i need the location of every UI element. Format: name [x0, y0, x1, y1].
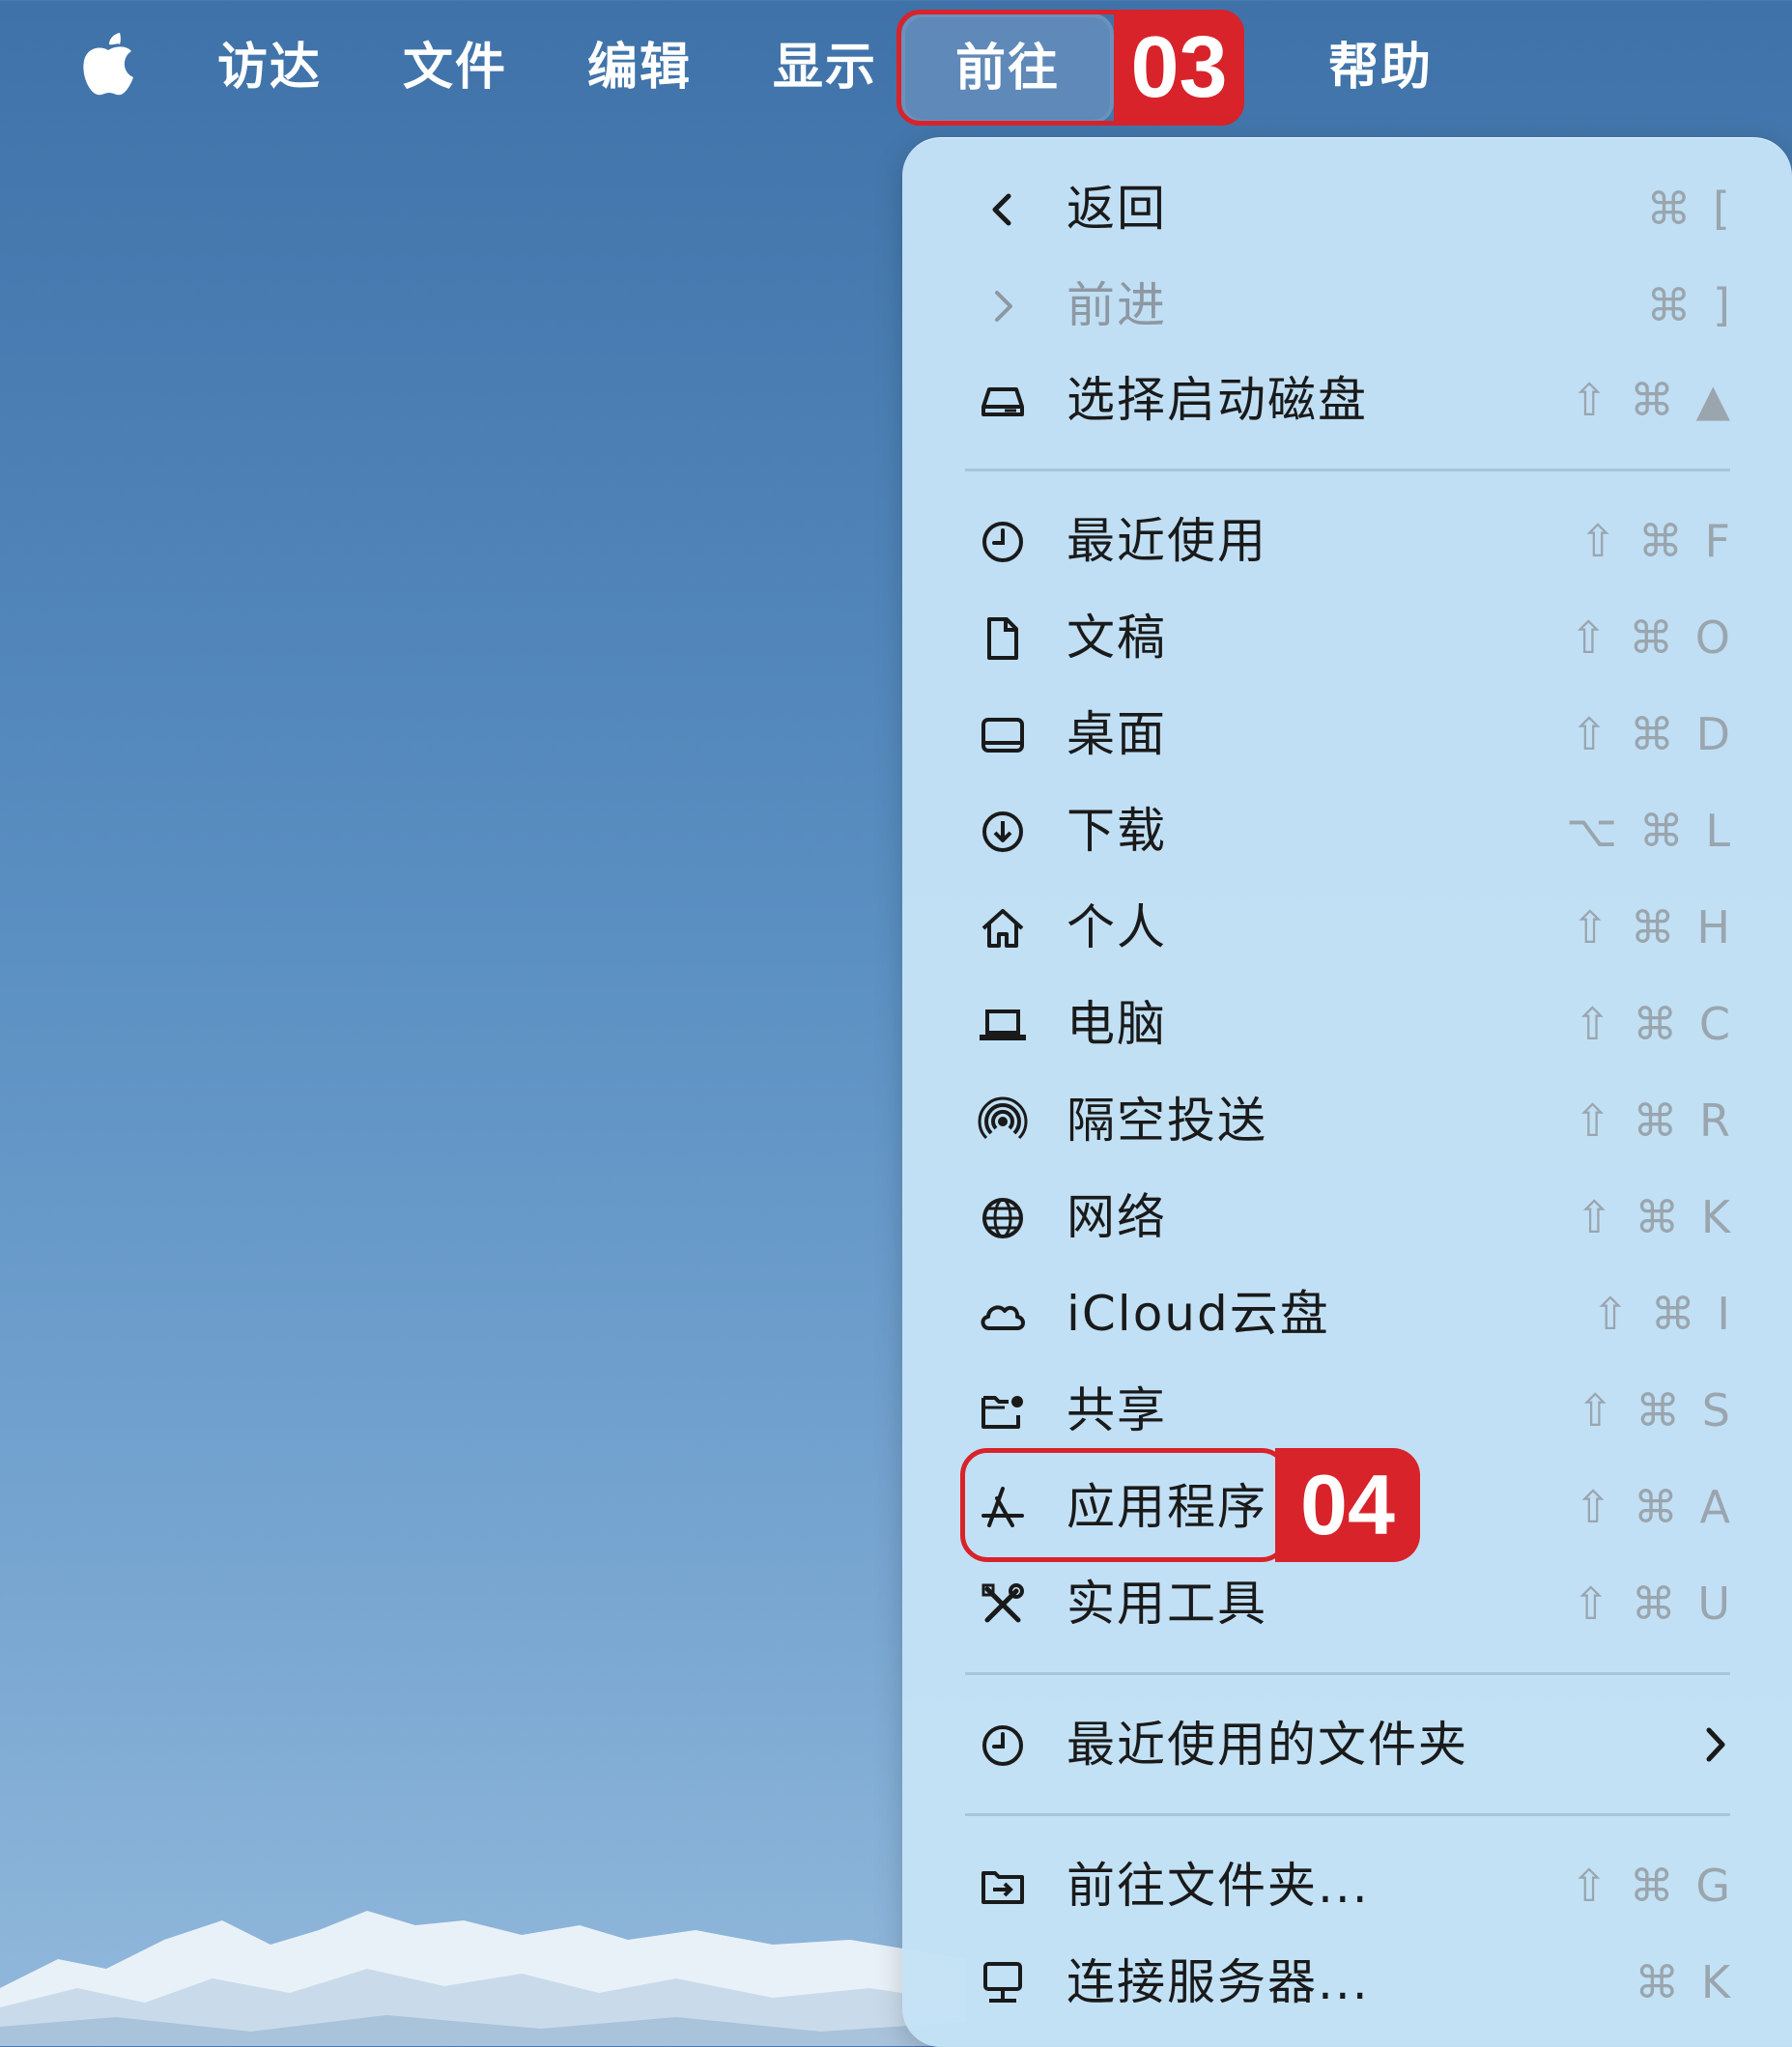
menu-item-shortcut: ⇧ ⌘ D [1570, 708, 1734, 760]
menu-item-shared[interactable]: 共享 ⇧ ⌘ S [902, 1367, 1792, 1454]
menu-item-computer[interactable]: 电脑 ⇧ ⌘ C [902, 981, 1792, 1067]
menu-separator [965, 469, 1730, 471]
menu-item-label: iCloud云盘 [1067, 1286, 1330, 1342]
menu-item-documents[interactable]: 文稿 ⇧ ⌘ O [902, 594, 1792, 681]
menu-item-shortcut: ⇧ ⌘ C [1574, 998, 1734, 1050]
menu-view[interactable]: 显示 [773, 29, 877, 106]
menu-item-label: 连接服务器... [1067, 1954, 1370, 2010]
menu-separator [965, 1813, 1730, 1816]
menu-item-shortcut: ⌥ ⌘ L [1566, 805, 1734, 857]
menu-item-label: 个人 [1067, 899, 1167, 955]
menu-item-shortcut: ⇧ ⌘ U [1572, 1578, 1734, 1630]
menu-item-desktop[interactable]: 桌面 ⇧ ⌘ D [902, 691, 1792, 778]
cloud-icon [978, 1290, 1028, 1340]
menu-item-shortcut: ⇧ ⌘ F [1579, 515, 1734, 567]
mountains-image [0, 1911, 966, 2046]
menu-item-connect-server[interactable]: 连接服务器... ⌘ K [902, 1939, 1792, 2026]
menu-item-forward: 前进 ⌘ ] [902, 262, 1792, 349]
menu-item-label: 隔空投送 [1067, 1093, 1267, 1149]
menu-item-label: 实用工具 [1067, 1576, 1267, 1632]
airdrop-icon [978, 1096, 1028, 1147]
menu-item-shortcut: ⇧ ⌘ S [1577, 1384, 1734, 1436]
menu-item-shortcut: ⇧ ⌘ I [1591, 1288, 1734, 1340]
menu-item-airdrop[interactable]: 隔空投送 ⇧ ⌘ R [902, 1077, 1792, 1164]
menu-item-shortcut: ⇧ ⌘ ▲ [1570, 374, 1734, 426]
menu-item-label: 选择启动磁盘 [1067, 372, 1368, 428]
annotation-highlight-04 [960, 1448, 1289, 1562]
menu-item-label: 共享 [1067, 1382, 1167, 1438]
menu-item-label: 网络 [1067, 1189, 1167, 1245]
menu-item-network[interactable]: 网络 ⇧ ⌘ K [902, 1174, 1792, 1261]
annotation-badge-04: 04 [1275, 1448, 1420, 1562]
menu-item-shortcut: ⇧ ⌘ K [1576, 1191, 1734, 1243]
download-icon [978, 807, 1028, 857]
apple-logo-icon[interactable] [79, 29, 137, 99]
clock-icon [978, 1720, 1028, 1771]
menu-bar: 访达 文件 编辑 显示 前往 03 帮助 [0, 0, 1792, 135]
menu-item-label: 文稿 [1067, 610, 1167, 666]
menu-item-utilities[interactable]: 实用工具 ⇧ ⌘ U [902, 1560, 1792, 1647]
go-menu-dropdown: 返回 ⌘ [ 前进 ⌘ ] 选择启动磁盘 ⇧ ⌘ ▲ 最近使用 ⇧ ⌘ F 文稿… [902, 137, 1792, 2047]
menu-help[interactable]: 帮助 [1328, 29, 1433, 106]
menu-item-shortcut: ⇧ ⌘ H [1571, 901, 1734, 953]
server-icon [978, 1958, 1028, 2008]
menu-item-shortcut: ⇧ ⌘ G [1570, 1860, 1734, 1912]
globe-icon [978, 1193, 1028, 1243]
chevron-right-icon [978, 281, 1028, 331]
menu-item-shortcut: ⌘ ] [1646, 279, 1734, 331]
chevron-right-icon [1706, 1727, 1725, 1762]
menu-item-recent-folders[interactable]: 最近使用的文件夹 [902, 1701, 1792, 1788]
menu-finder[interactable]: 访达 [217, 29, 322, 106]
menu-item-label: 最近使用 [1067, 513, 1267, 569]
menu-item-shortcut: ⇧ ⌘ O [1570, 611, 1734, 664]
menu-item-downloads[interactable]: 下载 ⌥ ⌘ L [902, 787, 1792, 874]
laptop-icon [978, 1000, 1028, 1050]
chevron-left-icon [978, 185, 1028, 235]
disk-icon [978, 376, 1028, 426]
menu-item-label: 电脑 [1067, 996, 1167, 1052]
menu-item-label: 最近使用的文件夹 [1067, 1717, 1468, 1773]
menu-item-label: 前进 [1067, 277, 1167, 333]
clock-icon [978, 517, 1028, 567]
tools-icon [978, 1579, 1028, 1630]
menu-separator [965, 1672, 1730, 1675]
shared-folder-icon [978, 1386, 1028, 1436]
menu-item-shortcut: ⌘ [ [1646, 183, 1734, 235]
menu-edit[interactable]: 编辑 [587, 29, 692, 106]
menu-item-icloud-drive[interactable]: iCloud云盘 ⇧ ⌘ I [902, 1270, 1792, 1357]
menu-item-shortcut: ⇧ ⌘ A [1574, 1481, 1734, 1533]
document-icon [978, 613, 1028, 664]
menu-item-label: 返回 [1067, 181, 1167, 237]
menu-item-back[interactable]: 返回 ⌘ [ [902, 165, 1792, 252]
home-icon [978, 903, 1028, 953]
menu-file[interactable]: 文件 [403, 29, 507, 106]
menu-item-shortcut: ⌘ K [1635, 1956, 1734, 2008]
menu-item-label: 下载 [1067, 803, 1167, 859]
desktop-icon [978, 710, 1028, 760]
annotation-badge-03: 03 [1114, 10, 1244, 126]
menu-item-go-to-folder[interactable]: 前往文件夹... ⇧ ⌘ G [902, 1842, 1792, 1929]
menu-item-shortcut: ⇧ ⌘ R [1574, 1095, 1734, 1147]
go-folder-icon [978, 1862, 1028, 1912]
menu-item-home[interactable]: 个人 ⇧ ⌘ H [902, 884, 1792, 971]
menu-item-label: 桌面 [1067, 706, 1167, 762]
menu-item-startup-disk[interactable]: 选择启动磁盘 ⇧ ⌘ ▲ [902, 356, 1792, 443]
menu-item-label: 前往文件夹... [1067, 1858, 1370, 1914]
menu-item-recents[interactable]: 最近使用 ⇧ ⌘ F [902, 498, 1792, 584]
